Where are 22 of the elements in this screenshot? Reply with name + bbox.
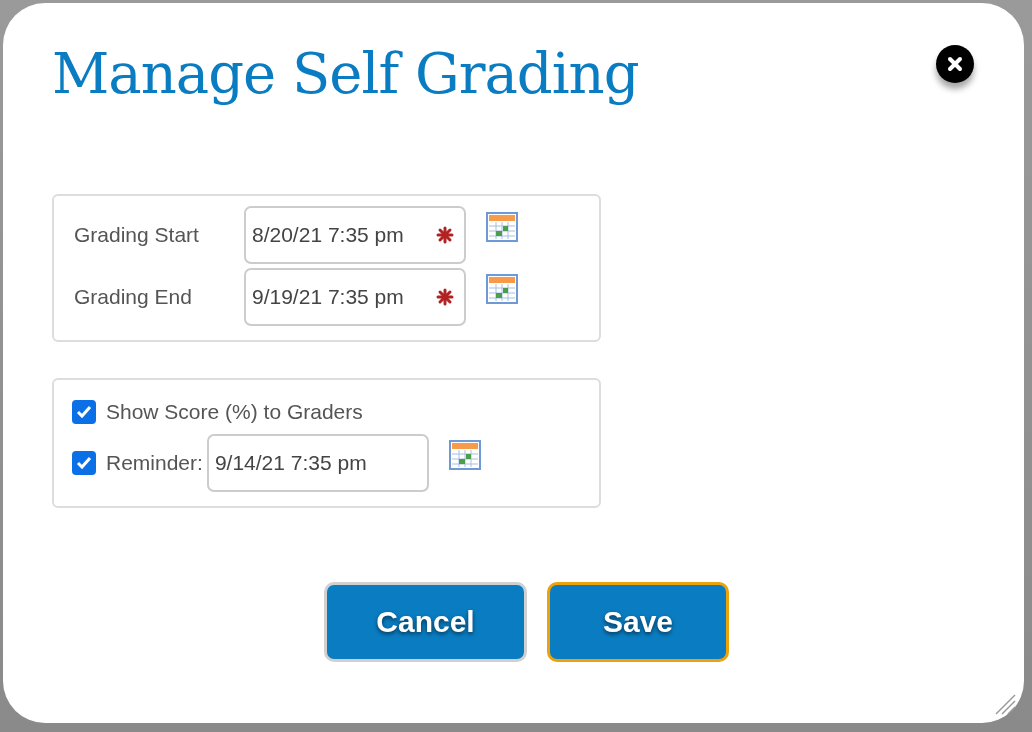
calendar-icon[interactable]	[486, 274, 518, 304]
calendar-icon[interactable]	[448, 440, 481, 470]
date-field[interactable]: 9/14/21 7:35 pm	[206, 434, 429, 492]
resize-grip-icon[interactable]	[994, 693, 1016, 715]
calendar-icon[interactable]	[486, 212, 518, 242]
check-icon	[76, 405, 92, 419]
close-icon	[946, 55, 964, 73]
checkbox[interactable]	[72, 400, 96, 424]
checkbox-label: Show Score (%) to Graders	[106, 400, 363, 424]
dialog-button[interactable]: Save	[547, 582, 729, 662]
check-icon	[76, 456, 92, 470]
dialog-button[interactable]: Cancel	[324, 582, 527, 662]
date-field[interactable]: 8/20/21 7:35 pm	[244, 206, 466, 264]
date-field[interactable]: 9/19/21 7:35 pm	[244, 268, 466, 326]
checkbox[interactable]	[72, 451, 96, 475]
dialog-title: Manage Self Grading	[52, 41, 639, 106]
checkbox-label: Reminder:	[106, 451, 203, 475]
close-button[interactable]	[936, 45, 974, 83]
required-icon	[436, 226, 454, 244]
field-label: Grading Start	[74, 223, 200, 247]
required-icon	[436, 288, 454, 306]
field-label: Grading End	[74, 285, 193, 309]
